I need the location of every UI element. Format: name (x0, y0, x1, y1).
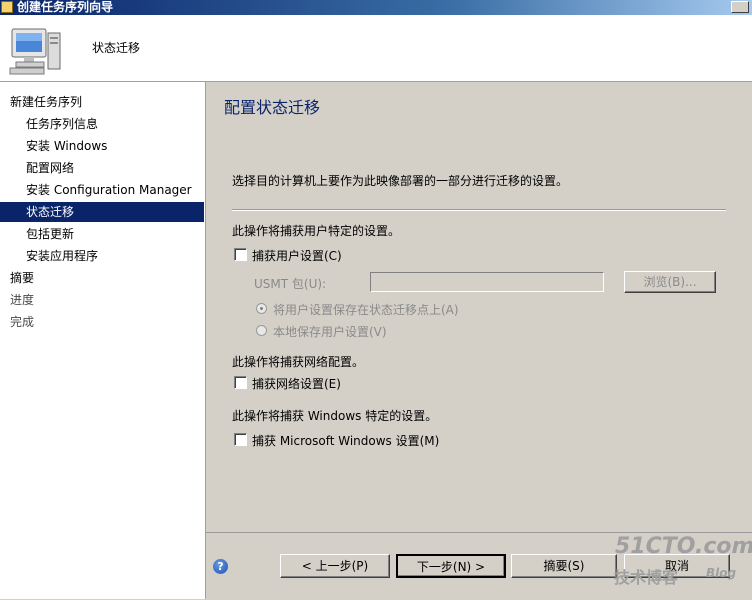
capture-user-settings-checkbox[interactable] (234, 248, 247, 261)
usmt-package-label: USMT 包(U): (254, 277, 327, 291)
sidebar-item-install-applications[interactable]: 安装应用程序 (0, 246, 230, 266)
sidebar-item-state-migration[interactable]: 状态迁移 (0, 202, 204, 222)
capture-network-settings-checkbox[interactable] (234, 376, 247, 389)
sidebar-item-task-sequence-info[interactable]: 任务序列信息 (0, 114, 230, 134)
sidebar-item-install-windows[interactable]: 安装 Windows (0, 136, 230, 156)
network-settings-heading: 此操作将捕获网络配置。 (232, 355, 365, 369)
sidebar-item-progress: 进度 (10, 293, 35, 307)
page-description: 选择目的计算机上要作为此映像部署的一部分进行迁移的设置。 (232, 174, 569, 188)
save-locally-radio[interactable] (256, 325, 267, 336)
computer-icon (9, 28, 61, 75)
sidebar-item-new-task-sequence[interactable]: 新建任务序列 (0, 92, 214, 112)
capture-user-settings-label: 捕获用户设置(C) (252, 249, 342, 263)
sidebar-item-completion: 完成 (10, 315, 35, 329)
close-button[interactable] (731, 1, 749, 13)
wizard-steps-sidebar: 新建任务序列 任务序列信息 安装 Windows 配置网络 安装 Configu… (0, 82, 206, 599)
watermark-sub: 技术博客 (614, 568, 679, 587)
separator (232, 209, 726, 211)
sidebar-item-include-updates[interactable]: 包括更新 (0, 224, 230, 244)
wizard-app-icon (1, 1, 13, 13)
watermark-blog: Blog (706, 566, 737, 580)
next-button[interactable]: 下一步(N) > (396, 554, 506, 578)
watermark-site: 51CTO.com (615, 534, 752, 559)
capture-windows-settings-label: 捕获 Microsoft Windows 设置(M) (252, 434, 440, 448)
user-settings-heading: 此操作将捕获用户特定的设置。 (232, 224, 401, 238)
usmt-package-field[interactable] (370, 272, 604, 292)
sidebar-item-install-configmgr[interactable]: 安装 Configuration Manager (0, 180, 230, 200)
page-title: 配置状态迁移 (224, 98, 321, 117)
header-title: 状态迁移 (92, 41, 141, 55)
title-bar: 创建任务序列向导 (0, 0, 752, 15)
save-locally-label: 本地保存用户设置(V) (273, 325, 387, 339)
sidebar-item-configure-network[interactable]: 配置网络 (0, 158, 230, 178)
browse-button[interactable]: 浏览(B)... (624, 271, 716, 293)
capture-network-settings-label: 捕获网络设置(E) (252, 377, 341, 391)
save-to-state-migration-point-label: 将用户设置保存在状态迁移点上(A) (273, 303, 459, 317)
previous-button[interactable]: < 上一步(P) (280, 554, 390, 578)
wizard-header: 状态迁移 (0, 15, 752, 82)
help-icon[interactable]: ? (213, 559, 228, 574)
summary-button[interactable]: 摘要(S) (511, 554, 617, 578)
window-title: 创建任务序列向导 (17, 0, 114, 14)
sidebar-item-summary[interactable]: 摘要 (0, 268, 214, 288)
wizard-content: 配置状态迁移 选择目的计算机上要作为此映像部署的一部分进行迁移的设置。 此操作将… (206, 82, 752, 532)
capture-windows-settings-checkbox[interactable] (234, 433, 247, 446)
windows-settings-heading: 此操作将捕获 Windows 特定的设置。 (232, 409, 438, 423)
save-to-state-migration-point-radio[interactable] (256, 303, 267, 314)
